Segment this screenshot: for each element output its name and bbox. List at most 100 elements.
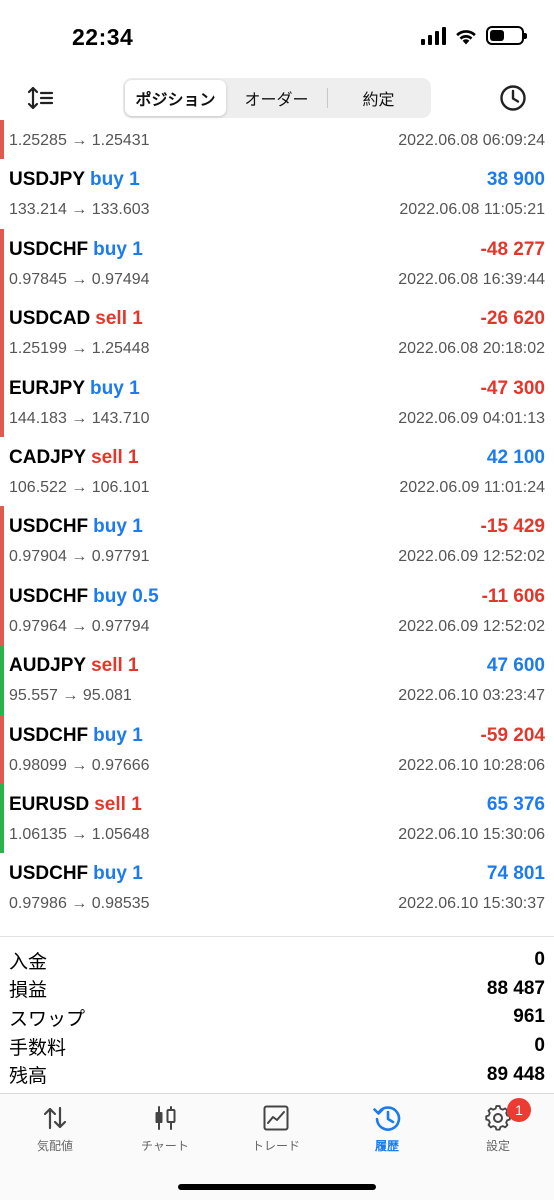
battery-icon [486, 26, 527, 45]
trade-prices: 106.522 → 106.101 [9, 478, 150, 496]
segment-deals[interactable]: 約定 [328, 80, 429, 116]
summary-balance-row: 残高 89 448 [0, 1060, 554, 1089]
trade-prices: 0.97845 → 0.97494 [9, 270, 150, 288]
summary-value: 0 [534, 1035, 545, 1057]
trade-prices: 95.557 → 95.081 [9, 687, 132, 705]
trade-profit: 42 100 [486, 446, 545, 468]
trade-prices: 1.25285 → 1.25431 [9, 132, 150, 149]
summary-value: 961 [513, 1006, 545, 1028]
trade-time: 2022.06.10 03:23:47 [398, 687, 545, 705]
result-indicator-bar [0, 714, 4, 784]
period-history-button[interactable] [498, 83, 528, 113]
summary-value: 89 448 [486, 1063, 545, 1085]
tab-trade[interactable]: トレード [221, 1094, 331, 1164]
result-indicator-bar [0, 575, 4, 646]
sort-icon [27, 86, 54, 110]
trade-prices: 0.97964 → 0.97794 [9, 617, 150, 635]
trade-time: 2022.06.10 15:30:06 [398, 825, 545, 843]
trade-symbol: USDJPY buy 1 [9, 169, 140, 191]
trade-symbol: USDCAD sell 1 [9, 120, 143, 122]
trade-prices: 0.97904 → 0.97791 [9, 548, 150, 566]
status-time: 22:34 [72, 24, 134, 50]
trade-time: 2022.06.08 06:09:24 [398, 132, 545, 149]
summary-value: 0 [534, 949, 545, 971]
sort-button[interactable] [26, 84, 56, 112]
trade-symbol: CADJPY sell 1 [9, 447, 139, 469]
symbol-name: USDCAD [9, 120, 90, 121]
trade-prices: 1.25199 → 1.25448 [9, 340, 150, 358]
notification-badge: 1 [507, 1098, 531, 1122]
trade-row[interactable]: USDCHF buy 1 0.97845 → 0.97494 -48 277 2022.… [0, 228, 554, 299]
trade-prices: 0.98099 → 0.97666 [9, 756, 150, 774]
summary-swap-row: スワップ 961 [0, 1003, 554, 1032]
wifi-icon [456, 29, 476, 44]
trade-side: buy 1 [93, 724, 143, 746]
trade-row[interactable]: EURJPY buy 1 144.183 → 143.710 -47 300 2022.… [0, 367, 554, 437]
trade-symbol: USDCHF buy 1 [9, 516, 143, 538]
trade-side: buy 1 [93, 516, 143, 538]
result-indicator-bar [0, 783, 4, 854]
trade-row[interactable]: EURUSD sell 1 1.06135 → 1.05648 65 376 2022.… [0, 783, 554, 854]
trade-time: 2022.06.10 15:30:37 [398, 895, 545, 913]
trade-profit: -47 300 [480, 377, 545, 399]
trade-row[interactable]: USDCHF buy 0.5 0.97964 → 0.97794 -11 606 202… [0, 575, 554, 646]
trade-profit: -48 277 [480, 238, 545, 260]
trade-row[interactable]: USDCHF buy 1 0.97904 → 0.97791 -15 429 2022.… [0, 506, 554, 576]
trade-row[interactable]: USDJPY buy 1 133.214 → 133.603 38 900 2022.0… [0, 159, 554, 228]
trade-symbol: USDCHF buy 0.5 [9, 586, 159, 608]
trade-side: sell 1 [95, 120, 143, 121]
trade-row[interactable]: USDCAD sell 1 1.25285 → 1.25431 -15 487 2022… [0, 120, 554, 160]
result-indicator-bar [0, 159, 4, 228]
result-indicator-bar [0, 437, 4, 506]
tab-label: 履歴 [374, 1139, 399, 1153]
trade-symbol: AUDJPY sell 1 [9, 655, 139, 677]
trade-symbol: USDCADsell 1 [9, 308, 143, 330]
trade-row[interactable]: USDCAD sell 1 1.25199 → 1.25448 -26 620 2022… [0, 298, 554, 368]
segment-positions[interactable]: ポジション [125, 80, 226, 116]
tab-label: トレード [251, 1139, 300, 1153]
tab-chart[interactable]: チャート [110, 1094, 220, 1164]
symbol-name: USDCHF [9, 863, 89, 885]
trade-profit: -11 606 [481, 585, 545, 607]
tab-quotes[interactable]: 気配値 [0, 1094, 110, 1164]
trade-row[interactable]: USDCHF buy 1 0.97986 → 0.98535 74 801 2022.0… [0, 853, 554, 922]
result-indicator-bar [0, 506, 4, 576]
trade-side: sell 1 [94, 793, 142, 815]
deal-history-list[interactable]: USDCADsell 11.25285 → 1.25431-15 4872022… [0, 120, 554, 936]
trade-row[interactable]: CADJPY sell 1 106.522 → 106.101 42 100 2022.… [0, 437, 554, 506]
trade-symbol: USDCHF buy 1 [9, 863, 143, 885]
trade-time: 2022.06.08 16:39:44 [398, 270, 545, 288]
result-indicator-bar [0, 645, 4, 715]
trade-profit: -59 204 [480, 724, 545, 746]
trade-symbol: EURJPY buy 1 [9, 378, 140, 400]
tab-settings[interactable]: 設定 1 [443, 1094, 553, 1164]
tab-history[interactable]: 履歴 [332, 1094, 442, 1164]
trade-row[interactable]: USDCHF buy 1 0.98099 → 0.97666 -59 204 2022.… [0, 714, 554, 784]
status-icons [421, 26, 527, 45]
symbol-name: USDCAD [9, 308, 91, 330]
summary-label: 残高 [9, 1066, 48, 1088]
trade-side: sell 1 [95, 308, 143, 330]
trade-side: sell 1 [91, 655, 139, 677]
bottom-tab-bar: 気配値 チャート トレード 履歴 設定 1 [0, 1093, 554, 1200]
result-indicator-bar [0, 228, 4, 299]
summary-commission-row: 手数料 0 [0, 1032, 554, 1061]
trade-time: 2022.06.09 12:52:02 [398, 548, 545, 566]
segment-orders[interactable]: オーダー [226, 80, 327, 116]
tab-label: チャート [141, 1139, 189, 1153]
trade-side: buy 1 [93, 863, 143, 885]
tab-label: 設定 [485, 1139, 510, 1153]
trade-side: sell 1 [91, 446, 139, 468]
trade-profit: -15 429 [480, 516, 545, 538]
home-indicator[interactable] [178, 1184, 376, 1190]
trade-prices: 0.97986 → 0.98535 [9, 895, 150, 913]
trade-symbol: USDCHF buy 1 [9, 239, 143, 261]
position-order-deal-segmented-control: ポジション オーダー 約定 [123, 78, 431, 118]
symbol-name: USDCHF [9, 238, 89, 260]
trade-profit: -26 620 [480, 308, 545, 330]
quotes-arrows-icon [43, 1106, 67, 1130]
trade-time: 2022.06.09 04:01:13 [398, 409, 545, 427]
trade-profit: 74 801 [486, 863, 545, 885]
trade-row[interactable]: AUDJPY sell 1 95.557 → 95.081 47 600 2022.06… [0, 645, 554, 715]
top-toolbar: ポジション オーダー 約定 [0, 76, 554, 120]
